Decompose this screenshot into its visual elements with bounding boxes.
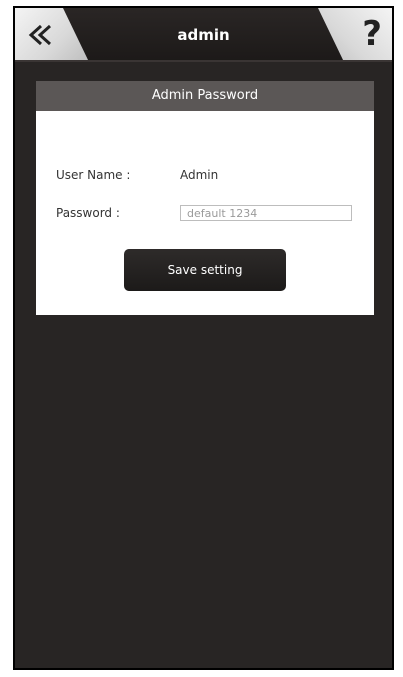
back-button[interactable] <box>15 8 89 62</box>
panel-title: Admin Password <box>36 81 374 111</box>
username-value: Admin <box>180 168 219 182</box>
help-icon: ? <box>362 14 382 54</box>
top-bar: admin ? <box>15 8 392 62</box>
double-chevron-left-icon <box>28 24 52 46</box>
password-label: Password : <box>56 206 120 220</box>
save-setting-button[interactable]: Save setting <box>124 249 286 291</box>
username-row: User Name : Admin <box>56 165 354 185</box>
app-screen: admin ? Admin Password User Name : Admin… <box>13 6 394 670</box>
username-label: User Name : <box>56 168 131 182</box>
password-row: Password : <box>56 203 354 223</box>
password-field[interactable] <box>180 205 352 221</box>
admin-password-panel: Admin Password User Name : Admin Passwor… <box>36 81 374 315</box>
help-button[interactable]: ? <box>318 8 392 62</box>
